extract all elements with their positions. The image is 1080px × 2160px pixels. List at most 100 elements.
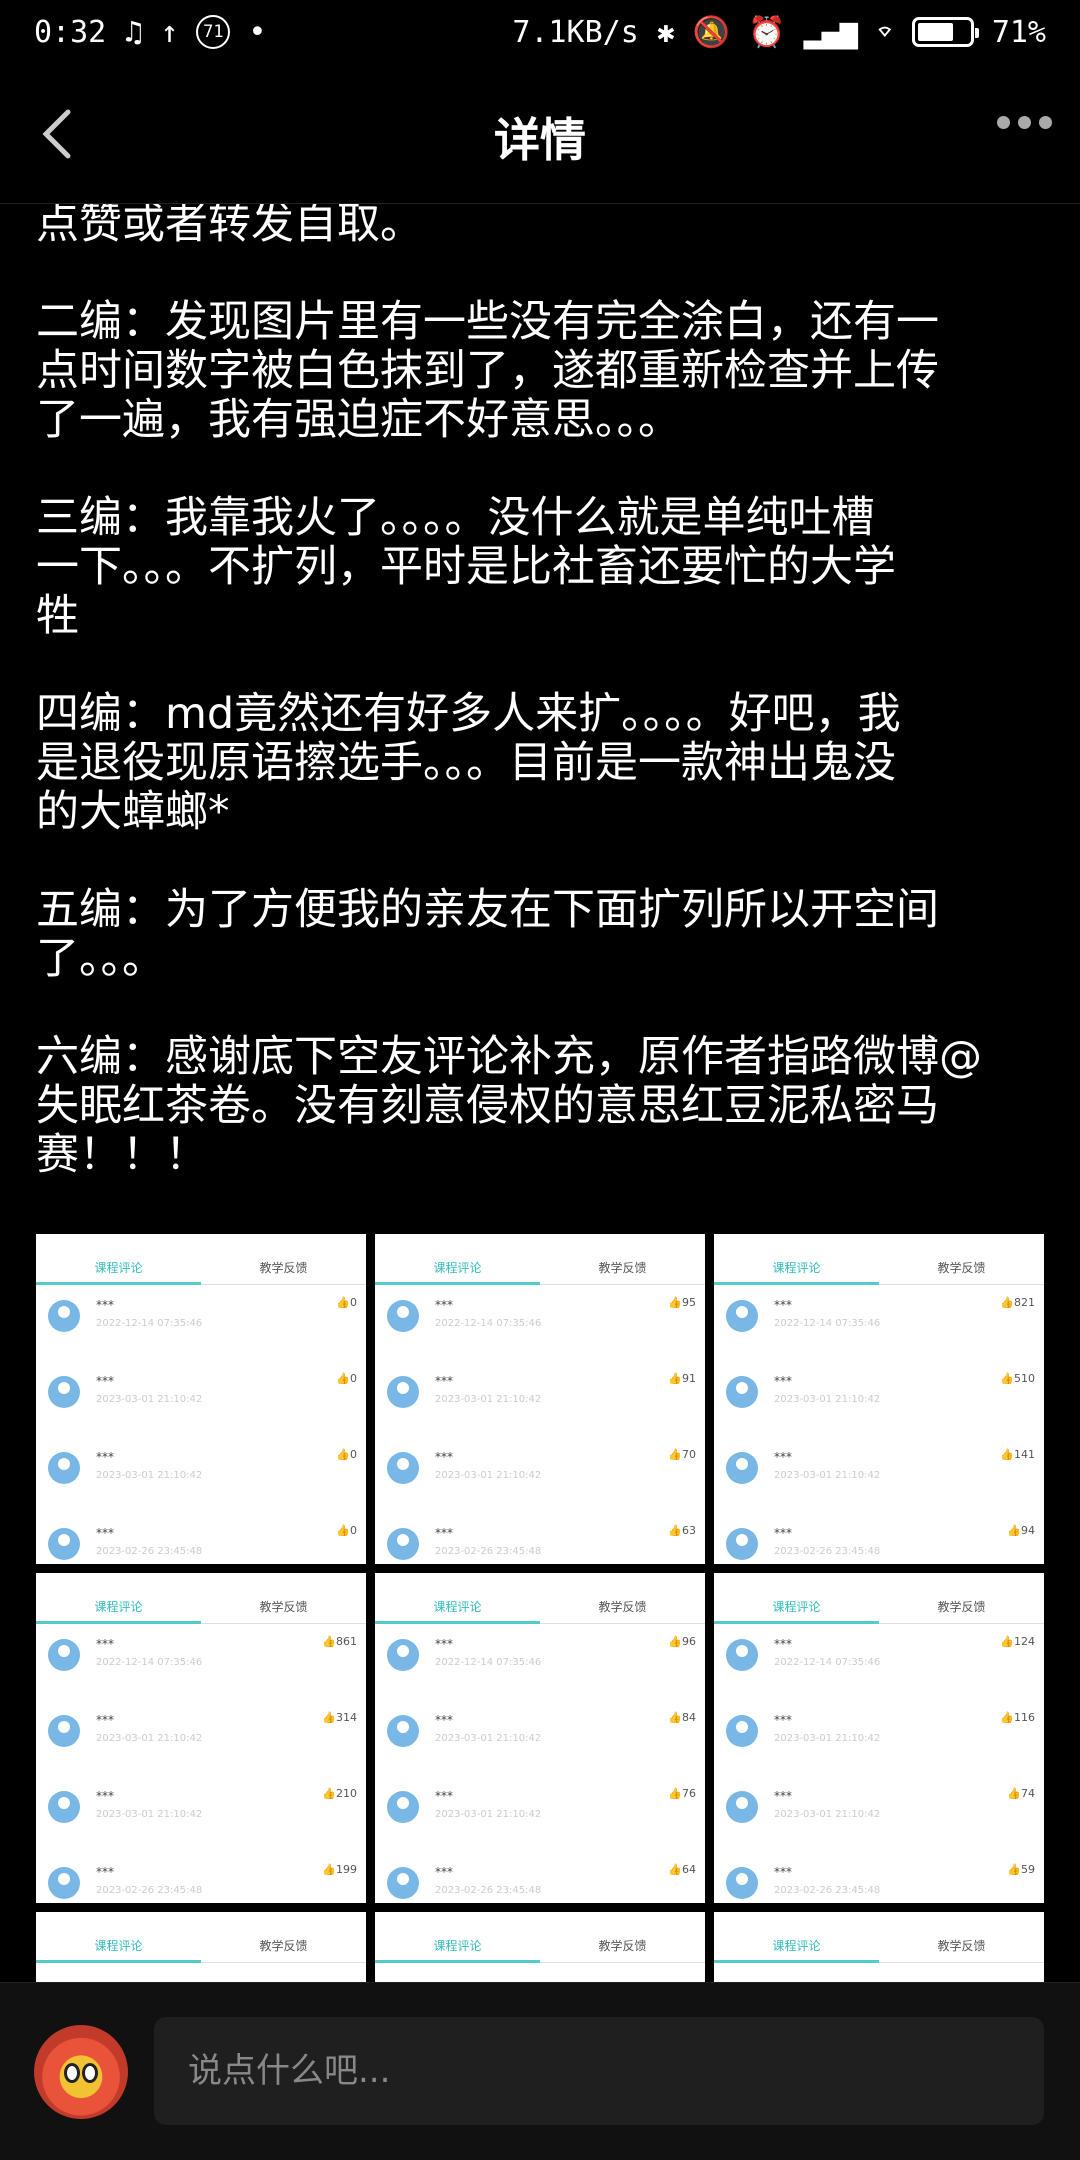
comment-row: *** 2023-03-01 21:10:42 👍84 (385, 1707, 700, 1767)
comment-name: *** (96, 1374, 114, 1388)
tab-teaching-feedback: 教学反馈 (259, 1939, 308, 1953)
like-count: 👍141 (1000, 1448, 1035, 1461)
comment-row: *** 2023-03-01 21:10:42 👍74 (724, 1783, 1039, 1843)
tab-teaching-feedback: 教学反馈 (259, 1600, 308, 1614)
top-bar: 详情 (0, 64, 1080, 204)
comment-row: *** 2023-03-01 21:10:42 👍116 (724, 1707, 1039, 1767)
battery-icon (911, 17, 979, 47)
screenshot-thumbnail[interactable]: 课程评论 教学反馈 (36, 1912, 366, 1982)
screenshot-thumbnail[interactable]: 课程评论 教学反馈 *** 2022-12-14 07:35:46 👍861 *** 202… (36, 1573, 366, 1903)
screenshot-thumbnail[interactable]: 课程评论 教学反馈 *** 2022-12-14 07:35:46 👍0 *** 2023-… (36, 1234, 366, 1564)
avatar (48, 1715, 80, 1747)
like-count: 👍510 (1000, 1372, 1035, 1385)
avatar (387, 1791, 419, 1823)
like-value: 63 (682, 1524, 696, 1537)
avatar (387, 1867, 419, 1899)
comment-time: 2023-03-01 21:10:42 (96, 1809, 203, 1820)
notification-badge: 71 (196, 15, 231, 49)
comment-time: 2023-03-01 21:10:42 (96, 1733, 203, 1744)
like-count: 👍64 (668, 1863, 696, 1876)
avatar (48, 1452, 80, 1484)
thumbs-up-icon: 👍 (668, 1372, 682, 1385)
like-count: 👍199 (322, 1863, 357, 1876)
comment-time: 2022-12-14 07:35:46 (435, 1318, 542, 1329)
tab-course-comments: 课程评论 (433, 1600, 482, 1614)
screenshot-thumbnail[interactable]: 课程评论 教学反馈 *** 2022-12-14 07:35:46 👍821 *** 202… (714, 1234, 1044, 1564)
music-icon: ♫ (124, 14, 143, 50)
like-count: 👍0 (336, 1296, 357, 1309)
comment-row: *** 2023-03-01 21:10:42 👍210 (46, 1783, 361, 1843)
clock: 0:32 (34, 14, 107, 50)
avatar (387, 1300, 419, 1332)
mute-icon: 🔕 (692, 14, 731, 50)
net-speed: 7.1KB/s (512, 14, 639, 50)
like-value: 124 (1014, 1635, 1035, 1648)
screenshot-thumbnail[interactable]: 课程评论 教学反馈 *** 2022-12-14 07:35:46 👍95 *** 2023… (375, 1234, 705, 1564)
avatar (726, 1300, 758, 1332)
comment-bar: 说点什么吧... (0, 1982, 1080, 2160)
comment-row: *** 2022-12-14 07:35:46 👍96 (385, 1631, 700, 1691)
tab-course-comments: 课程评论 (772, 1939, 821, 1953)
comment-row: *** 2022-12-14 07:35:46 👍861 (46, 1631, 361, 1691)
like-value: 94 (1021, 1524, 1035, 1537)
avatar (726, 1376, 758, 1408)
more-options-icon[interactable] (997, 116, 1052, 129)
avatar (726, 1528, 758, 1560)
comment-row: *** 2023-03-01 21:10:42 👍0 (46, 1368, 361, 1428)
post-paragraph: 二编：发现图片里有一些没有完全涂白，还有一 点时间数字被白色抹到了，遂都重新检查… (36, 297, 939, 445)
like-value: 821 (1014, 1296, 1035, 1309)
comment-row: *** 2023-02-26 23:45:48 👍59 (724, 1859, 1039, 1903)
bluetooth-icon: ✱ (656, 14, 675, 50)
like-count: 👍76 (668, 1787, 696, 1800)
avatar (726, 1867, 758, 1899)
comment-name: *** (435, 1450, 453, 1464)
thumbs-up-icon: 👍 (322, 1635, 336, 1648)
comment-name: *** (774, 1713, 792, 1727)
comment-row: *** 2023-03-01 21:10:42 👍91 (385, 1368, 700, 1428)
like-count: 👍74 (1007, 1787, 1035, 1800)
comment-row: *** 2022-12-14 07:35:46 👍0 (46, 1292, 361, 1352)
user-avatar[interactable] (34, 2025, 128, 2119)
tab-course-comments: 课程评论 (433, 1261, 482, 1275)
thumbs-up-icon: 👍 (322, 1711, 336, 1724)
comment-row: *** 2023-02-26 23:45:48 👍64 (385, 1859, 700, 1903)
tab-course-comments: 课程评论 (772, 1600, 821, 1614)
wifi-icon: ⌔ (875, 14, 894, 50)
comment-time: 2023-02-26 23:45:48 (774, 1546, 881, 1557)
like-value: 74 (1021, 1787, 1035, 1800)
comment-time: 2022-12-14 07:35:46 (435, 1657, 542, 1668)
like-value: 96 (682, 1635, 696, 1648)
thumbs-up-icon: 👍 (322, 1863, 336, 1876)
comment-row: *** 2023-02-26 23:45:48 👍199 (46, 1859, 361, 1903)
comment-name: *** (435, 1713, 453, 1727)
post-paragraph: 四编：md竟然还有好多人来扩。。。。好吧，我 是退役现原语擦选手。。。目前是一款… (36, 689, 901, 837)
tab-course-comments: 课程评论 (94, 1261, 143, 1275)
like-count: 👍0 (336, 1524, 357, 1537)
like-count: 👍0 (336, 1448, 357, 1461)
screenshot-thumbnail[interactable]: 课程评论 教学反馈 (375, 1912, 705, 1982)
comment-time: 2022-12-14 07:35:46 (96, 1318, 203, 1329)
thumbs-up-icon: 👍 (322, 1787, 336, 1800)
comment-time: 2023-03-01 21:10:42 (774, 1394, 881, 1405)
like-value: 59 (1021, 1863, 1035, 1876)
like-count: 👍314 (322, 1711, 357, 1724)
comment-time: 2023-03-01 21:10:42 (435, 1470, 542, 1481)
like-value: 91 (682, 1372, 696, 1385)
tab-course-comments: 课程评论 (94, 1600, 143, 1614)
comment-input[interactable]: 说点什么吧... (154, 2017, 1044, 2125)
like-value: 0 (350, 1296, 357, 1309)
avatar (48, 1300, 80, 1332)
comment-time: 2023-02-26 23:45:48 (774, 1885, 881, 1896)
thumbs-up-icon: 👍 (336, 1524, 350, 1537)
thumbs-up-icon: 👍 (1007, 1524, 1021, 1537)
post-paragraph: 五编：为了方便我的亲友在下面扩列所以开空间 了。。。 (36, 885, 939, 984)
like-count: 👍70 (668, 1448, 696, 1461)
screenshot-thumbnail[interactable]: 课程评论 教学反馈 *** 2022-12-14 07:35:46 👍124 *** 202… (714, 1573, 1044, 1903)
screenshot-thumbnail[interactable]: 课程评论 教学反馈 *** 2022-12-14 07:35:46 👍96 *** 2023… (375, 1573, 705, 1903)
screenshot-thumbnail[interactable]: 课程评论 教学反馈 (714, 1912, 1044, 1982)
comment-name: *** (774, 1450, 792, 1464)
tab-teaching-feedback: 教学反馈 (598, 1939, 647, 1953)
comment-row: *** 2023-02-26 23:45:48 👍0 (46, 1520, 361, 1564)
avatar (726, 1639, 758, 1671)
avatar (726, 1715, 758, 1747)
